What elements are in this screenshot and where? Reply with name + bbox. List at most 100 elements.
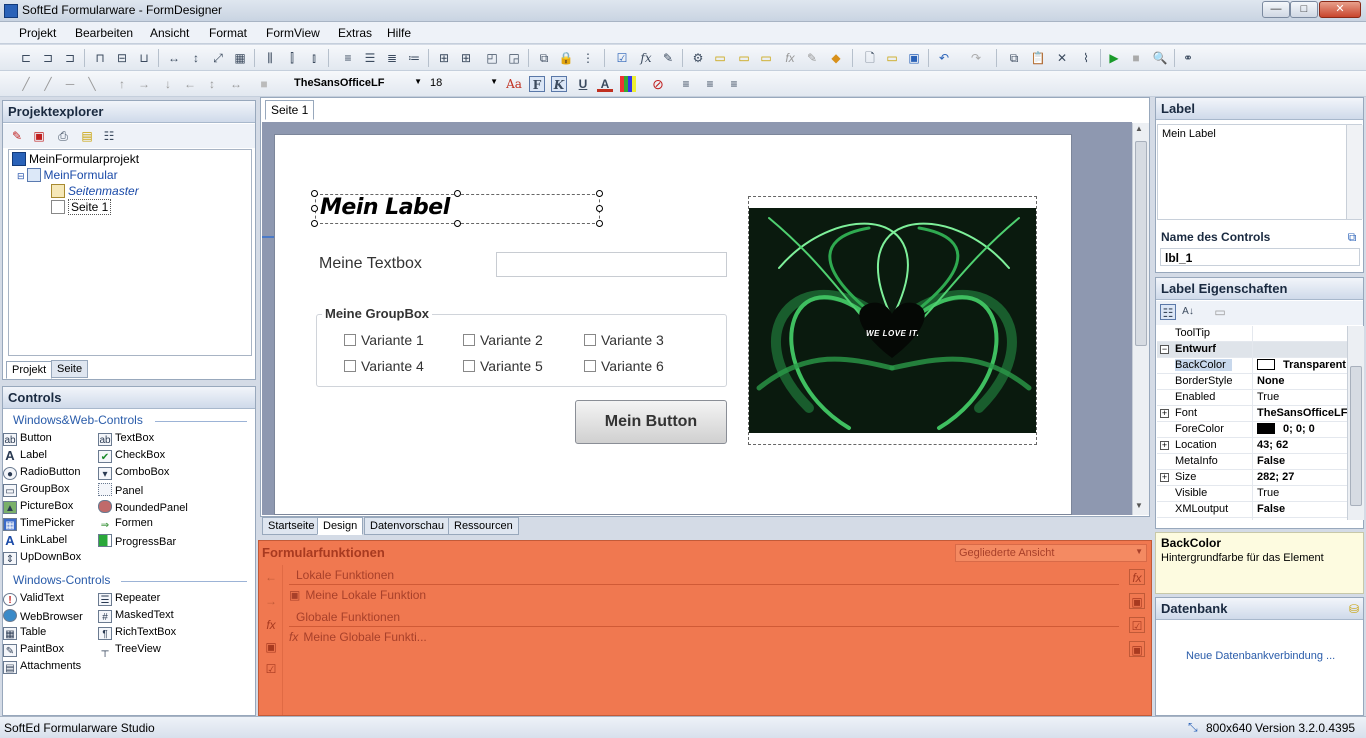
control-radiobutton[interactable]: ● RadioButton bbox=[3, 466, 81, 480]
align-bottom-icon[interactable]: ⊔ bbox=[136, 50, 152, 66]
control-name-input[interactable]: lbl_1 bbox=[1160, 248, 1360, 266]
expand-icon[interactable]: + bbox=[1160, 409, 1169, 418]
save-icon[interactable]: ▣ bbox=[906, 50, 922, 66]
control-treeview[interactable]: ┬ TreeView bbox=[98, 643, 160, 658]
align-middle-icon[interactable]: ⊟ bbox=[114, 50, 130, 66]
control-groupbox[interactable]: ▭ GroupBox bbox=[3, 483, 70, 497]
control-repeater[interactable]: ☰ Repeater bbox=[98, 592, 160, 606]
tab-datenvorschau[interactable]: Datenvorschau bbox=[364, 517, 450, 535]
menu-hilfe[interactable]: Hilfe bbox=[387, 26, 411, 40]
font-size-select[interactable]: 18 ▼ bbox=[428, 76, 500, 93]
validate-icon[interactable]: ☑ bbox=[1129, 617, 1145, 633]
arrow-right-icon[interactable]: → bbox=[136, 76, 152, 92]
folder-new-icon[interactable]: ▭ bbox=[758, 50, 774, 66]
local-function-item[interactable]: ▣ Meine Lokale Funktion bbox=[289, 588, 426, 602]
properties-icon[interactable]: ⚙ bbox=[690, 50, 706, 66]
label-text-input[interactable]: Mein Label bbox=[1157, 124, 1362, 220]
close-button[interactable]: ✕ bbox=[1319, 1, 1361, 18]
menu-formview[interactable]: FormView bbox=[266, 26, 320, 40]
copy-name-icon[interactable]: ⧉ bbox=[1344, 229, 1360, 245]
expand-icon[interactable]: + bbox=[1160, 473, 1169, 482]
page-tab[interactable]: Seite 1 bbox=[265, 100, 315, 120]
arrow-horiz-icon[interactable]: ↔ bbox=[228, 76, 244, 92]
script-icon[interactable]: ✎ bbox=[660, 50, 676, 66]
control-combobox[interactable]: ▾ ComboBox bbox=[98, 466, 169, 480]
function-icon[interactable]: fx bbox=[638, 50, 654, 66]
print-icon[interactable]: ⎙ bbox=[55, 128, 71, 144]
control-webbrowser[interactable]: WebBrowser bbox=[3, 609, 83, 623]
menu-bearbeiten[interactable]: Bearbeiten bbox=[75, 26, 133, 40]
script-icon[interactable]: ▣ bbox=[263, 639, 279, 655]
control-progressbar[interactable]: ProgressBar bbox=[98, 534, 176, 548]
resize-handle[interactable] bbox=[311, 205, 318, 212]
expand-icon[interactable]: + bbox=[1160, 441, 1169, 450]
tab-projekt[interactable]: Projekt bbox=[6, 361, 53, 379]
minimize-button[interactable]: — bbox=[1262, 1, 1290, 18]
paste-icon[interactable]: 📋 bbox=[1030, 50, 1046, 66]
resize-handle[interactable] bbox=[311, 190, 318, 197]
copy-icon[interactable]: ⧉ bbox=[1006, 50, 1022, 66]
checkbox-variante-1[interactable]: Variante 1 bbox=[344, 332, 424, 348]
control-table[interactable]: ▦ Table bbox=[3, 626, 46, 640]
vspace-equal-icon[interactable]: ≡ bbox=[340, 50, 356, 66]
checkbox-variante-2[interactable]: Variante 2 bbox=[463, 332, 543, 348]
form-button[interactable]: Mein Button bbox=[575, 400, 727, 444]
resize-handle[interactable] bbox=[311, 220, 318, 227]
vspace-remove-icon[interactable]: ≔ bbox=[406, 50, 422, 66]
tree-project[interactable]: MeinFormularprojekt bbox=[12, 152, 139, 166]
same-width-icon[interactable]: ↔ bbox=[166, 50, 182, 66]
control-textbox[interactable]: ab TextBox bbox=[98, 432, 154, 446]
control-maskedtext[interactable]: # MaskedText bbox=[98, 609, 174, 623]
edit-script-icon[interactable]: ▣ bbox=[1129, 593, 1145, 609]
control-button[interactable]: ab Button bbox=[3, 432, 52, 446]
tree-page[interactable]: Seite 1 bbox=[51, 199, 112, 215]
fill-icon[interactable]: ■ bbox=[256, 76, 272, 92]
control-label[interactable]: A Label bbox=[3, 449, 47, 462]
maximize-button[interactable]: □ bbox=[1290, 1, 1318, 18]
line2-icon[interactable]: ╱ bbox=[40, 76, 56, 92]
control-formen[interactable]: ⇒ Formen bbox=[98, 517, 153, 532]
group-icon[interactable]: ⧉ bbox=[536, 50, 552, 66]
color-palette-icon[interactable] bbox=[620, 76, 636, 92]
folder-icon[interactable]: ▭ bbox=[712, 50, 728, 66]
align-center-icon[interactable]: ⊐ bbox=[40, 50, 56, 66]
hspace-decrease-icon[interactable]: ⫾ bbox=[306, 50, 322, 66]
no-entry-icon[interactable]: ⊘ bbox=[650, 76, 666, 92]
sort-alpha-icon[interactable]: A↓ bbox=[1180, 304, 1196, 320]
menu-ansicht[interactable]: Ansicht bbox=[150, 26, 189, 40]
resize-handle[interactable] bbox=[454, 220, 461, 227]
size-grid-icon[interactable]: ▦ bbox=[232, 50, 248, 66]
align-right-icon[interactable]: ⊐ bbox=[62, 50, 78, 66]
checkbox-variante-5[interactable]: Variante 5 bbox=[463, 358, 543, 374]
control-panel[interactable]: Panel bbox=[98, 483, 143, 497]
remove-icon[interactable]: ▣ bbox=[31, 128, 47, 144]
control-updownbox[interactable]: ⇕ UpDownBox bbox=[3, 551, 81, 565]
format-brush-icon[interactable]: ⌇ bbox=[1078, 50, 1094, 66]
preview-icon[interactable]: 🔍 bbox=[1152, 50, 1168, 66]
scroll-thumb[interactable] bbox=[1135, 141, 1147, 346]
control-attachments[interactable]: ▤ Attachments bbox=[3, 660, 81, 674]
checkbox-variante-6[interactable]: Variante 6 bbox=[584, 358, 664, 374]
font-color-button[interactable]: A bbox=[597, 76, 613, 92]
hline-icon[interactable]: ─ bbox=[62, 76, 78, 92]
collapse-icon[interactable]: − bbox=[1160, 345, 1169, 354]
property-pages-icon[interactable]: ▭ bbox=[1212, 304, 1228, 320]
control-timepicker[interactable]: ▦ TimePicker bbox=[3, 517, 75, 531]
scroll-down-icon[interactable]: ▼ bbox=[1135, 501, 1143, 510]
global-function-item[interactable]: fx Meine Globale Funkti... bbox=[289, 630, 427, 644]
line-icon[interactable]: ╱ bbox=[18, 76, 34, 92]
menu-format[interactable]: Format bbox=[209, 26, 247, 40]
folder-open-icon[interactable]: ▭ bbox=[736, 50, 752, 66]
open-icon[interactable]: ▭ bbox=[884, 50, 900, 66]
menu-projekt[interactable]: Projekt bbox=[19, 26, 56, 40]
hspace-increase-icon[interactable]: ⫿ bbox=[284, 50, 300, 66]
run-icon[interactable]: ▶ bbox=[1106, 50, 1122, 66]
delete-script-icon[interactable]: ▣ bbox=[1129, 641, 1145, 657]
diag-line-icon[interactable]: ╲ bbox=[84, 76, 100, 92]
font-grow-icon[interactable]: Aa bbox=[506, 76, 522, 92]
control-richtextbox[interactable]: ¶ RichTextBox bbox=[98, 626, 176, 640]
tab-startseite[interactable]: Startseite bbox=[262, 517, 321, 535]
binoculars-icon[interactable]: ⚭ bbox=[1180, 50, 1196, 66]
new-db-connection-link[interactable]: Neue Datenbankverbindung ... bbox=[1186, 650, 1335, 662]
control-checkbox[interactable]: ✔ CheckBox bbox=[98, 449, 165, 463]
